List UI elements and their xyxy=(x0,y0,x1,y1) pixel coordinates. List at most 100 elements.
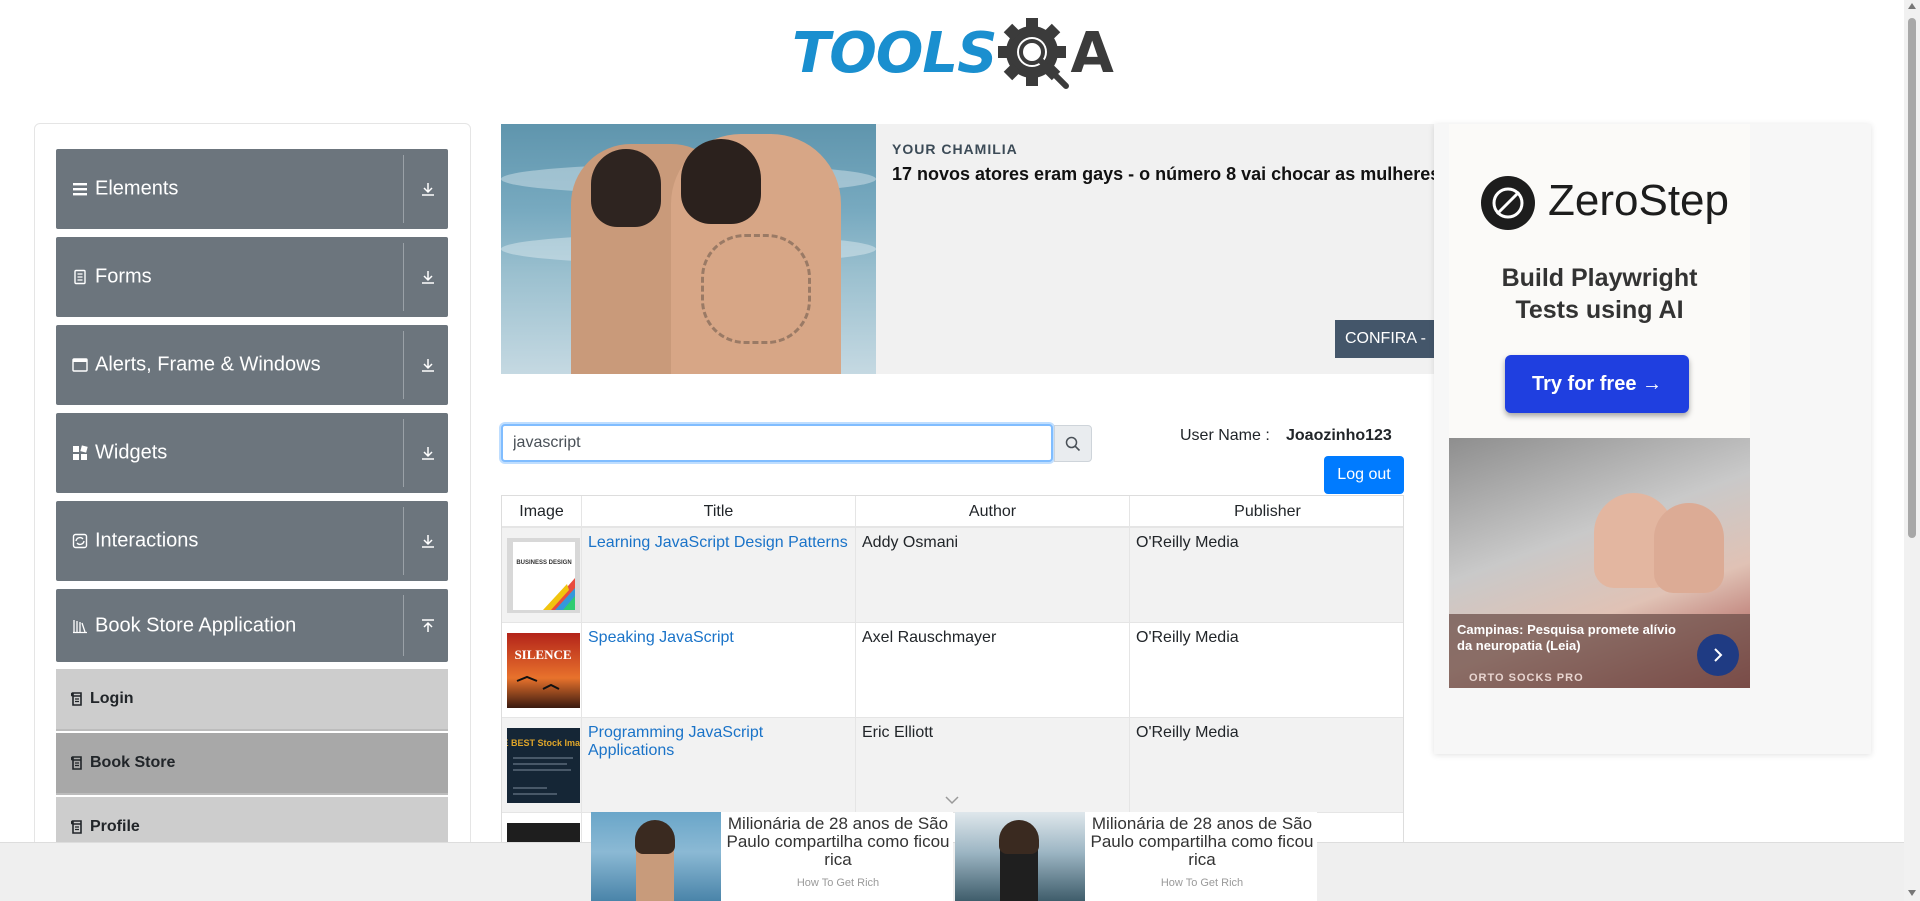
document-icon xyxy=(74,269,86,285)
cover-text: THE BEST Stock Images xyxy=(507,738,580,748)
publisher-cell: O'Reilly Media xyxy=(1136,534,1239,551)
ad-brand: YOUR CHAMILIA xyxy=(892,141,1018,157)
book-title-link[interactable]: Learning JavaScript Design Patterns xyxy=(588,534,848,551)
image-cell: BUSINESS DESIGN xyxy=(502,528,582,623)
news-ad-card[interactable]: Campinas: Pesquisa promete alívio da neu… xyxy=(1449,438,1750,688)
down-arrow-icon[interactable] xyxy=(420,533,436,549)
gear-magnifier-icon xyxy=(998,18,1070,89)
book-icon xyxy=(71,820,82,834)
bottom-ad-source: How To Get Rich xyxy=(1160,877,1244,889)
publisher-cell: O'Reilly Media xyxy=(1136,724,1239,741)
zerostep-brand: ZeroStep xyxy=(1548,176,1729,225)
tagline-line-1: Build Playwright xyxy=(1501,264,1698,292)
logo-text: TOOLS xyxy=(792,21,997,86)
book-icon xyxy=(71,692,82,706)
nav-group-label: Interactions xyxy=(95,529,199,552)
search-icon xyxy=(1065,436,1081,451)
sidebar-item-label: Login xyxy=(90,690,134,707)
divider xyxy=(403,507,404,575)
hamburger-icon xyxy=(73,183,87,196)
divider xyxy=(403,595,404,656)
book-title-link[interactable]: Speaking JavaScript xyxy=(588,629,734,646)
news-ad-source: ORTO SOCKS PRO xyxy=(1469,672,1584,684)
news-ad-text[interactable]: Campinas: Pesquisa promete alívio da neu… xyxy=(1457,622,1687,654)
user-name-label: User Name : xyxy=(1180,427,1270,444)
down-arrow-icon[interactable] xyxy=(420,181,436,197)
author-cell: Addy Osmani xyxy=(856,528,1130,623)
nav-group-label: Forms xyxy=(95,265,152,288)
nav-group-widgets[interactable]: Widgets xyxy=(56,413,448,493)
table-header: Image Title Author Publisher xyxy=(502,496,1403,528)
zerostep-ad[interactable]: ZeroStep Build Playwright Tests using AI… xyxy=(1449,124,1750,438)
window-icon xyxy=(72,358,88,372)
book-title-link[interactable]: Programming JavaScript Applications xyxy=(588,724,763,759)
sidebar-item-label: Book Store xyxy=(90,754,176,771)
interactions-icon xyxy=(72,533,88,549)
nav-group-elements[interactable]: Elements xyxy=(56,149,448,229)
bottom-ad-source: How To Get Rich xyxy=(796,877,880,889)
ad-cta-button[interactable]: CONFIRA - xyxy=(1335,320,1435,358)
chevron-down-icon[interactable] xyxy=(944,795,960,805)
scrollbar-thumb[interactable] xyxy=(1908,18,1916,538)
chevron-right-icon[interactable] xyxy=(1697,634,1739,676)
column-header-publisher[interactable]: Publisher xyxy=(1130,496,1403,528)
down-arrow-icon[interactable] xyxy=(420,357,436,373)
top-ad-banner[interactable]: YOUR CHAMILIA 17 novos atores eram gays … xyxy=(501,124,1435,374)
ad-image xyxy=(501,124,876,374)
author-cell: Axel Rauschmayer xyxy=(856,623,1130,718)
ad-image xyxy=(955,812,1085,901)
sidebar-item-book-store[interactable]: Book Store xyxy=(56,733,448,795)
ad-headline[interactable]: 17 novos atores eram gays - o número 8 v… xyxy=(892,164,1435,185)
tagline-line-2: Tests using AI xyxy=(1515,296,1684,324)
image-cell: THE BEST Stock Images xyxy=(502,718,582,813)
book-cover-image: BUSINESS DESIGN xyxy=(507,538,580,613)
sidebar-item-label: Profile xyxy=(90,818,140,835)
ad-image xyxy=(591,812,721,901)
zerostep-logo-icon xyxy=(1481,176,1535,230)
scroll-up-arrow-icon[interactable] xyxy=(1908,3,1916,9)
cover-text: SILENCE xyxy=(514,647,571,662)
library-icon xyxy=(73,619,87,633)
author-cell: Eric Elliott xyxy=(856,718,1130,813)
nav-group-alerts[interactable]: Alerts, Frame & Windows xyxy=(56,325,448,405)
zerostep-tagline: Build Playwright Tests using AI xyxy=(1449,262,1750,326)
cover-text: BUSINESS DESIGN xyxy=(516,560,571,566)
try-for-free-button[interactable]: Try for free → xyxy=(1505,355,1689,413)
nav-group-label: Book Store Application xyxy=(95,614,297,636)
up-arrow-icon[interactable] xyxy=(420,618,436,634)
down-arrow-icon[interactable] xyxy=(420,269,436,285)
nav-group-forms[interactable]: Forms xyxy=(56,237,448,317)
table-row: SILENCE Speaking JavaScript Axel Rauschm… xyxy=(502,623,1403,718)
table-row: BUSINESS DESIGN Learning JavaScript Desi… xyxy=(502,528,1403,623)
logo-tail: A xyxy=(1070,21,1114,86)
title-cell: Learning JavaScript Design Patterns xyxy=(582,528,856,623)
down-arrow-icon[interactable] xyxy=(420,445,436,461)
bottom-ad-text[interactable]: Milionária de 28 anos de São Paulo compa… xyxy=(1089,815,1315,869)
divider xyxy=(403,155,404,223)
title-cell: Programming JavaScript Applications xyxy=(582,718,856,813)
nav-group-interactions[interactable]: Interactions xyxy=(56,501,448,581)
toolsqa-logo[interactable]: TOOLS A xyxy=(792,14,1114,94)
column-header-image[interactable]: Image xyxy=(502,496,582,528)
publisher-cell: O'Reilly Media xyxy=(1136,629,1239,646)
sidebar-item-login[interactable]: Login xyxy=(56,669,448,731)
divider xyxy=(403,419,404,487)
column-header-title[interactable]: Title xyxy=(582,496,856,528)
search-input[interactable] xyxy=(501,424,1053,462)
bottom-ad-text[interactable]: Milionária de 28 anos de São Paulo compa… xyxy=(725,815,951,869)
search-button[interactable] xyxy=(1054,425,1092,462)
title-cell: Speaking JavaScript xyxy=(582,623,856,718)
image-cell: SILENCE xyxy=(502,623,582,718)
right-ad-panel[interactable]: ZeroStep Build Playwright Tests using AI… xyxy=(1434,124,1871,754)
bottom-ad-1[interactable]: Milionária de 28 anos de São Paulo compa… xyxy=(591,812,953,901)
bottom-ad-2[interactable]: Milionária de 28 anos de São Paulo compa… xyxy=(955,812,1317,901)
book-cover-image: SILENCE xyxy=(507,633,580,708)
divider xyxy=(403,331,404,399)
nav-group-label: Alerts, Frame & Windows xyxy=(95,353,321,376)
scroll-down-arrow-icon[interactable] xyxy=(1908,890,1916,896)
column-header-author[interactable]: Author xyxy=(856,496,1130,528)
nav-group-book-store-application[interactable]: Book Store Application xyxy=(56,589,448,662)
page-scrollbar[interactable] xyxy=(1904,0,1920,901)
book-cover-image: THE BEST Stock Images xyxy=(507,728,580,803)
logout-button[interactable]: Log out xyxy=(1324,456,1404,494)
